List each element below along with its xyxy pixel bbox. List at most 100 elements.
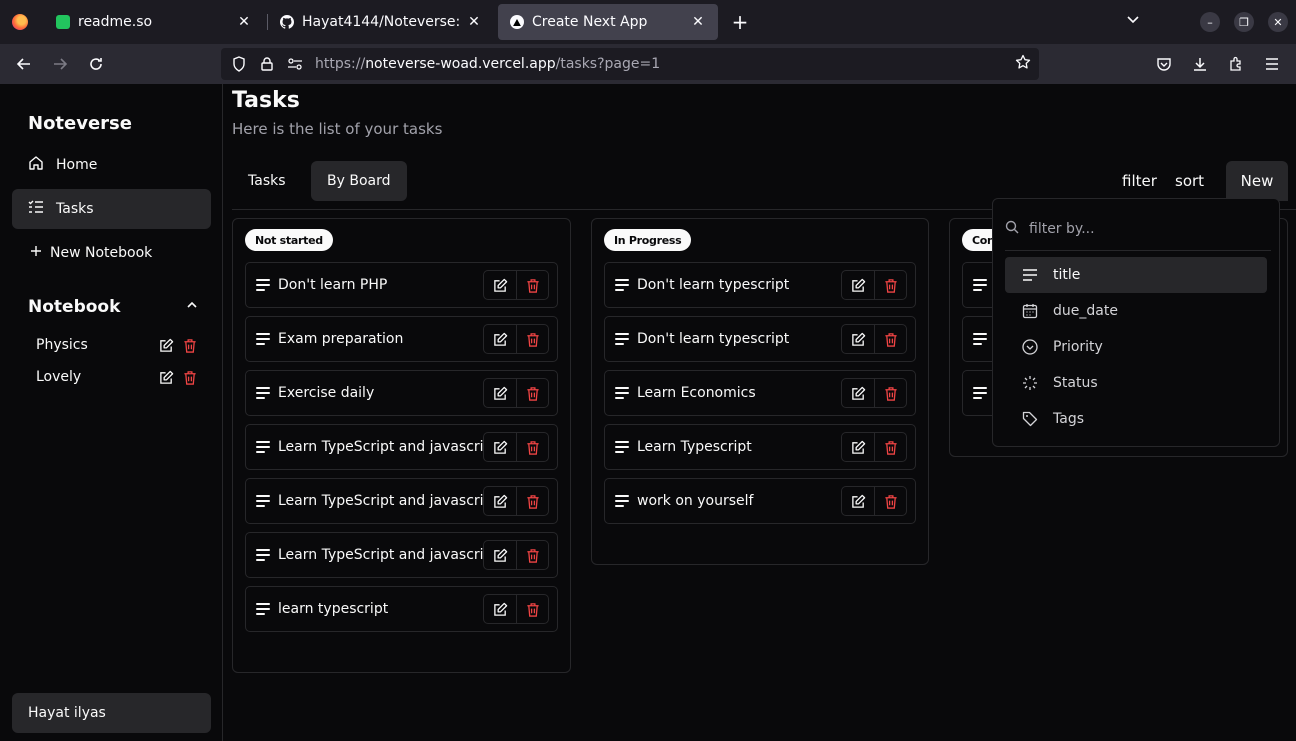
edit-icon[interactable] [484, 325, 516, 353]
tab-tasks[interactable]: Tasks [232, 161, 302, 201]
reload-icon[interactable] [84, 52, 108, 76]
minimize-button[interactable]: – [1200, 12, 1220, 32]
permissions-icon[interactable] [285, 54, 305, 74]
notebook-item[interactable]: Lovely [36, 365, 198, 389]
new-tab-button[interactable]: + [728, 8, 752, 36]
bookmark-star-icon[interactable] [1015, 54, 1031, 74]
filter-option-due-date[interactable]: due_date [1005, 293, 1267, 329]
task-card[interactable]: Learn TypeScript and javascript [245, 424, 558, 470]
extensions-icon[interactable] [1224, 52, 1248, 76]
edit-icon[interactable] [158, 369, 174, 385]
task-card[interactable]: Learn TypeScript and javascript [245, 478, 558, 524]
menu-icon[interactable] [1260, 52, 1284, 76]
home-icon [28, 155, 44, 175]
task-title: learn typescript [278, 601, 389, 617]
close-icon[interactable]: ✕ [466, 14, 482, 30]
new-task-button[interactable]: New [1226, 161, 1288, 201]
task-card[interactable]: Don't learn typescript [604, 262, 916, 308]
edit-icon[interactable] [484, 379, 516, 407]
trash-icon[interactable] [182, 369, 198, 385]
trash-icon[interactable] [516, 379, 548, 407]
browser-tab-github[interactable]: Hayat4144/Noteverse: N ✕ [268, 4, 494, 40]
sidebar-item-tasks[interactable]: Tasks [12, 189, 211, 229]
trash-icon[interactable] [516, 541, 548, 569]
edit-icon[interactable] [842, 379, 874, 407]
github-icon [280, 15, 294, 29]
edit-icon[interactable] [484, 595, 516, 623]
plus-icon [28, 245, 44, 261]
browser-tab-readme[interactable]: readme.so ✕ [44, 4, 264, 40]
edit-icon[interactable] [842, 271, 874, 299]
board-column-in-progress: In Progress Don't learn typescript Don't… [591, 218, 929, 565]
notebook-item[interactable]: Physics [36, 333, 198, 357]
edit-icon[interactable] [484, 433, 516, 461]
sidebar-item-new-notebook[interactable]: New Notebook [12, 233, 211, 273]
edit-icon[interactable] [484, 541, 516, 569]
tab-list-chevron-icon[interactable] [1126, 12, 1140, 30]
calendar-icon [1021, 303, 1039, 319]
task-title: Exercise daily [278, 385, 375, 401]
task-card[interactable]: Don't learn typescript [604, 316, 916, 362]
task-card[interactable]: Exercise daily [245, 370, 558, 416]
back-icon[interactable] [12, 52, 36, 76]
filter-option-status[interactable]: Status [1005, 365, 1267, 401]
task-card[interactable]: learn typescript [245, 586, 558, 632]
url-scheme: https:// [315, 56, 366, 72]
pocket-icon[interactable] [1152, 52, 1176, 76]
sidebar: Noteverse Home Tasks New Notebook Notebo… [0, 84, 223, 741]
sidebar-item-home[interactable]: Home [12, 145, 211, 185]
close-icon[interactable]: ✕ [236, 14, 252, 30]
trash-icon[interactable] [182, 337, 198, 353]
url-bar[interactable]: https://noteverse-woad.vercel.app/tasks?… [221, 48, 1039, 80]
close-window-button[interactable]: ✕ [1268, 12, 1288, 32]
filter-search [1005, 207, 1271, 251]
url-text[interactable]: https://noteverse-woad.vercel.app/tasks?… [315, 56, 660, 72]
task-card[interactable]: Exam preparation [245, 316, 558, 362]
chevron-up-icon[interactable] [186, 299, 198, 315]
trash-icon[interactable] [516, 433, 548, 461]
brand-title[interactable]: Noteverse [28, 113, 132, 134]
user-menu-button[interactable]: Hayat ilyas [12, 693, 211, 733]
task-card[interactable]: work on yourself [604, 478, 916, 524]
trash-icon[interactable] [516, 271, 548, 299]
trash-icon[interactable] [516, 325, 548, 353]
sort-button[interactable]: sort [1175, 161, 1204, 201]
filter-option-title[interactable]: title [1005, 257, 1267, 293]
edit-icon[interactable] [484, 271, 516, 299]
task-title: Exam preparation [278, 331, 404, 347]
trash-icon[interactable] [874, 325, 906, 353]
browser-tab-active[interactable]: Create Next App ✕ [498, 4, 718, 40]
trash-icon[interactable] [516, 595, 548, 623]
task-card[interactable]: Don't learn PHP [245, 262, 558, 308]
edit-icon[interactable] [842, 325, 874, 353]
status-badge: Not started [245, 229, 333, 251]
trash-icon[interactable] [874, 433, 906, 461]
filter-search-input[interactable] [1029, 220, 1249, 237]
shield-icon[interactable] [229, 54, 249, 74]
filter-option-tags[interactable]: Tags [1005, 401, 1267, 437]
firefox-icon[interactable] [0, 0, 40, 44]
tab-by-board[interactable]: By Board [311, 161, 407, 201]
task-title: Don't learn PHP [278, 277, 388, 293]
task-card[interactable]: Learn Economics [604, 370, 916, 416]
task-card[interactable]: Learn TypeScript and javascript [245, 532, 558, 578]
edit-icon[interactable] [484, 487, 516, 515]
forward-icon[interactable] [48, 52, 72, 76]
tab-title: Hayat4144/Noteverse: N [302, 14, 460, 30]
close-icon[interactable]: ✕ [690, 14, 706, 30]
notebook-section-header[interactable]: Notebook [28, 297, 198, 317]
task-card[interactable]: Learn Typescript [604, 424, 916, 470]
downloads-icon[interactable] [1188, 52, 1212, 76]
filter-option-priority[interactable]: Priority [1005, 329, 1267, 365]
trash-icon[interactable] [874, 487, 906, 515]
task-title: Learn Economics [637, 385, 756, 401]
trash-icon[interactable] [516, 487, 548, 515]
lock-icon[interactable] [257, 54, 277, 74]
edit-icon[interactable] [842, 433, 874, 461]
edit-icon[interactable] [842, 487, 874, 515]
edit-icon[interactable] [158, 337, 174, 353]
restore-button[interactable]: ❐ [1234, 12, 1254, 32]
filter-button[interactable]: filter [1122, 161, 1157, 201]
trash-icon[interactable] [874, 379, 906, 407]
trash-icon[interactable] [874, 271, 906, 299]
